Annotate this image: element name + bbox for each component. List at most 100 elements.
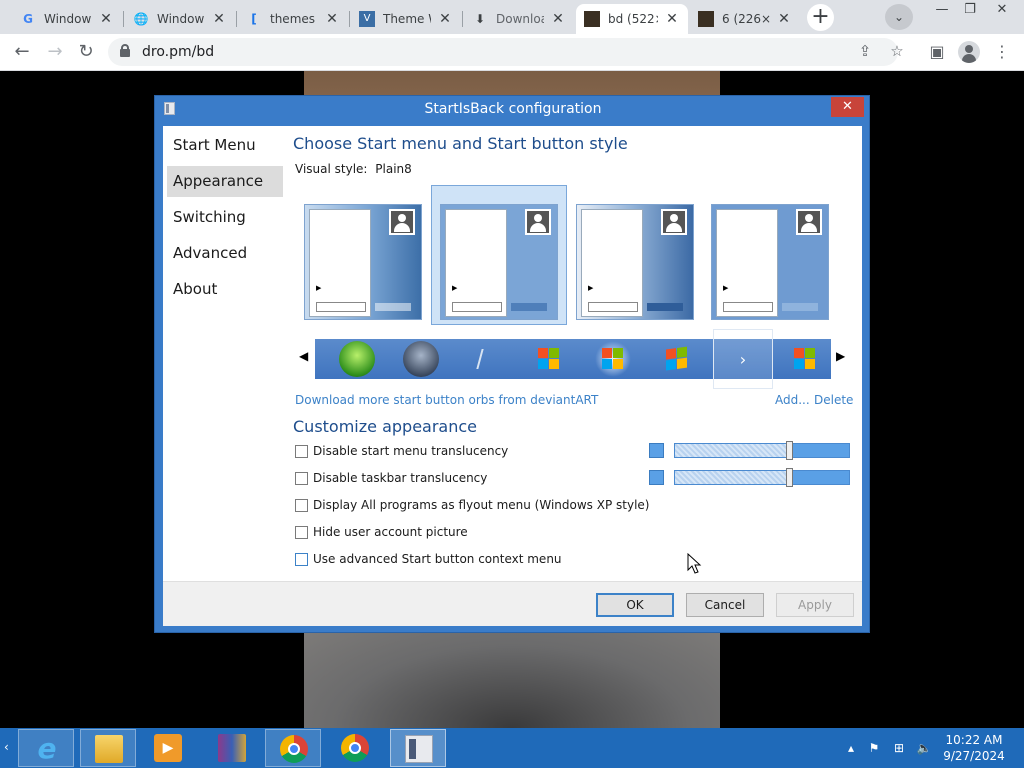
share-icon[interactable]: ⇪ [854, 42, 876, 60]
clock-date[interactable]: 9/27/2024 [936, 749, 1012, 763]
show-hidden-icons-icon[interactable]: ▴ [843, 740, 859, 756]
side-panel-icon[interactable]: ▣ [925, 40, 949, 64]
option-hide-user-picture[interactable]: Hide user account picture [295, 524, 468, 540]
image-icon [698, 11, 714, 27]
slider-thumb[interactable] [785, 441, 793, 460]
slider-fill [789, 444, 849, 457]
delete-orb-link[interactable]: Delete [814, 393, 853, 407]
taskbar-winrar[interactable] [204, 729, 260, 767]
taskbar-color-swatch[interactable] [649, 470, 664, 485]
option-advanced-context-menu[interactable]: Use advanced Start button context menu [295, 551, 562, 567]
option-disable-start-translucency[interactable]: Disable start menu translucency [295, 443, 508, 459]
bracket-icon: [ [251, 12, 257, 26]
bookmark-star-icon[interactable]: ☆ [886, 42, 908, 60]
nav-appearance[interactable]: Appearance [167, 166, 283, 197]
taskbar-media-player[interactable]: ▶ [140, 729, 196, 767]
option-label: Use advanced Start button context menu [313, 552, 562, 566]
orb-win7-dark[interactable] [401, 341, 441, 377]
close-tab-icon[interactable]: ✕ [437, 11, 453, 27]
checkbox[interactable] [295, 444, 308, 458]
cancel-button[interactable]: Cancel [686, 593, 764, 617]
close-tab-icon[interactable]: ✕ [211, 11, 227, 27]
start-menu-color-swatch[interactable] [649, 443, 664, 458]
restore-window-button[interactable]: ❐ [953, 0, 987, 22]
add-orb-link[interactable]: Add... [775, 393, 810, 407]
start-menu-opacity-slider[interactable] [674, 441, 850, 460]
browser-tab-2[interactable]: 🌐 Windows ✕ [125, 4, 235, 34]
orbs-scroll-right-icon[interactable]: ▶ [836, 349, 845, 363]
new-tab-button[interactable]: + [807, 4, 834, 31]
network-icon[interactable]: ⊞ [891, 740, 907, 756]
orb-win7-green[interactable] [337, 341, 377, 377]
style-option-4[interactable]: ▶ [711, 204, 829, 320]
checkbox[interactable] [295, 525, 308, 539]
checkbox[interactable] [295, 471, 308, 485]
style-option-2[interactable]: ▶ [440, 204, 558, 320]
nav-switching[interactable]: Switching [167, 202, 283, 233]
background-photo-lower [304, 631, 720, 728]
tab-label: Windows [157, 12, 205, 26]
reload-button[interactable]: ↻ [72, 39, 100, 65]
close-tab-icon[interactable]: ✕ [98, 11, 114, 27]
style-option-3[interactable]: ▶ [576, 204, 694, 320]
start-orb-strip: › [315, 329, 831, 389]
orb-windows-flag[interactable] [529, 341, 569, 377]
visual-style-label: Visual style: [295, 162, 368, 176]
option-flyout-all-programs[interactable]: Display All programs as flyout menu (Win… [295, 497, 649, 513]
close-tab-icon[interactable]: ✕ [324, 11, 340, 27]
nav-advanced[interactable]: Advanced [167, 238, 283, 269]
close-tab-icon[interactable]: ✕ [776, 11, 792, 27]
ok-button[interactable]: OK [596, 593, 674, 617]
close-tab-icon[interactable]: ✕ [664, 11, 680, 27]
browser-tab-3[interactable]: [ themes - ✕ [238, 4, 348, 34]
address-bar[interactable]: dro.pm/bd ⇪ ☆ [108, 38, 904, 66]
orb-windows-flag-blue[interactable] [657, 341, 697, 377]
taskbar-internet-explorer[interactable]: e [18, 729, 74, 767]
checkbox[interactable] [295, 552, 308, 566]
taskbar-file-explorer[interactable] [80, 729, 136, 767]
clock-time[interactable]: 10:22 AM [936, 733, 1012, 747]
browser-tab-4[interactable]: V Theme W ✕ [351, 4, 461, 34]
visual-style-value: Plain8 [375, 162, 412, 176]
download-icon: ⬇ [474, 12, 486, 26]
browser-tab-1[interactable]: G Windows ✕ [12, 4, 122, 34]
taskbar-opacity-slider[interactable] [674, 468, 850, 487]
orb-windows-flag-glow[interactable] [593, 341, 633, 377]
orb-windows8-flag[interactable] [785, 341, 825, 377]
dialog-title: StartIsBack configuration [424, 101, 602, 117]
tab-search-button[interactable]: ⌄ [885, 4, 913, 30]
taskbar-startisback-config[interactable] [390, 729, 446, 767]
checkbox[interactable] [295, 498, 308, 512]
close-tab-icon[interactable]: ✕ [550, 11, 566, 27]
taskbar-start-arrow-icon[interactable]: ‹ [4, 740, 9, 754]
back-button[interactable]: ← [8, 39, 36, 65]
browser-tab-5[interactable]: ⬇ Download ✕ [464, 4, 574, 34]
browser-tab-6-active[interactable]: bd (522× ✕ [576, 4, 688, 34]
chrome-icon [341, 734, 369, 762]
orb-next-icon[interactable]: › [713, 329, 773, 389]
nav-start-menu[interactable]: Start Menu [167, 130, 283, 161]
profile-avatar[interactable] [958, 41, 980, 63]
taskbar-chrome-1[interactable] [265, 729, 321, 767]
startisback-config-icon [405, 735, 433, 763]
apply-button[interactable]: Apply [776, 593, 854, 617]
option-disable-taskbar-translucency[interactable]: Disable taskbar translucency [295, 470, 487, 486]
browser-tab-7[interactable]: 6 (226×1 ✕ [690, 4, 800, 34]
user-picture-icon [796, 209, 822, 235]
download-orbs-link[interactable]: Download more start button orbs from dev… [295, 393, 598, 407]
visual-style-row: Visual style: Plain8 [295, 162, 412, 176]
action-center-flag-icon[interactable]: ⚑ [866, 740, 882, 756]
slider-thumb[interactable] [785, 468, 793, 487]
volume-muted-icon[interactable]: 🔈 [916, 740, 932, 756]
close-window-button[interactable]: ✕ [985, 0, 1019, 22]
orb-minimal[interactable] [465, 341, 505, 377]
dialog-close-button[interactable]: ✕ [831, 97, 864, 117]
customize-heading: Customize appearance [293, 417, 477, 436]
nav-about[interactable]: About [167, 274, 283, 305]
taskbar-chrome-2[interactable] [327, 729, 383, 767]
theme-site-icon: V [359, 11, 375, 27]
menu-kebab-icon[interactable]: ⋮ [990, 40, 1014, 64]
style-option-1[interactable]: ▶ [304, 204, 422, 320]
orbs-scroll-left-icon[interactable]: ◀ [299, 349, 308, 363]
forward-button[interactable]: → [41, 39, 69, 65]
